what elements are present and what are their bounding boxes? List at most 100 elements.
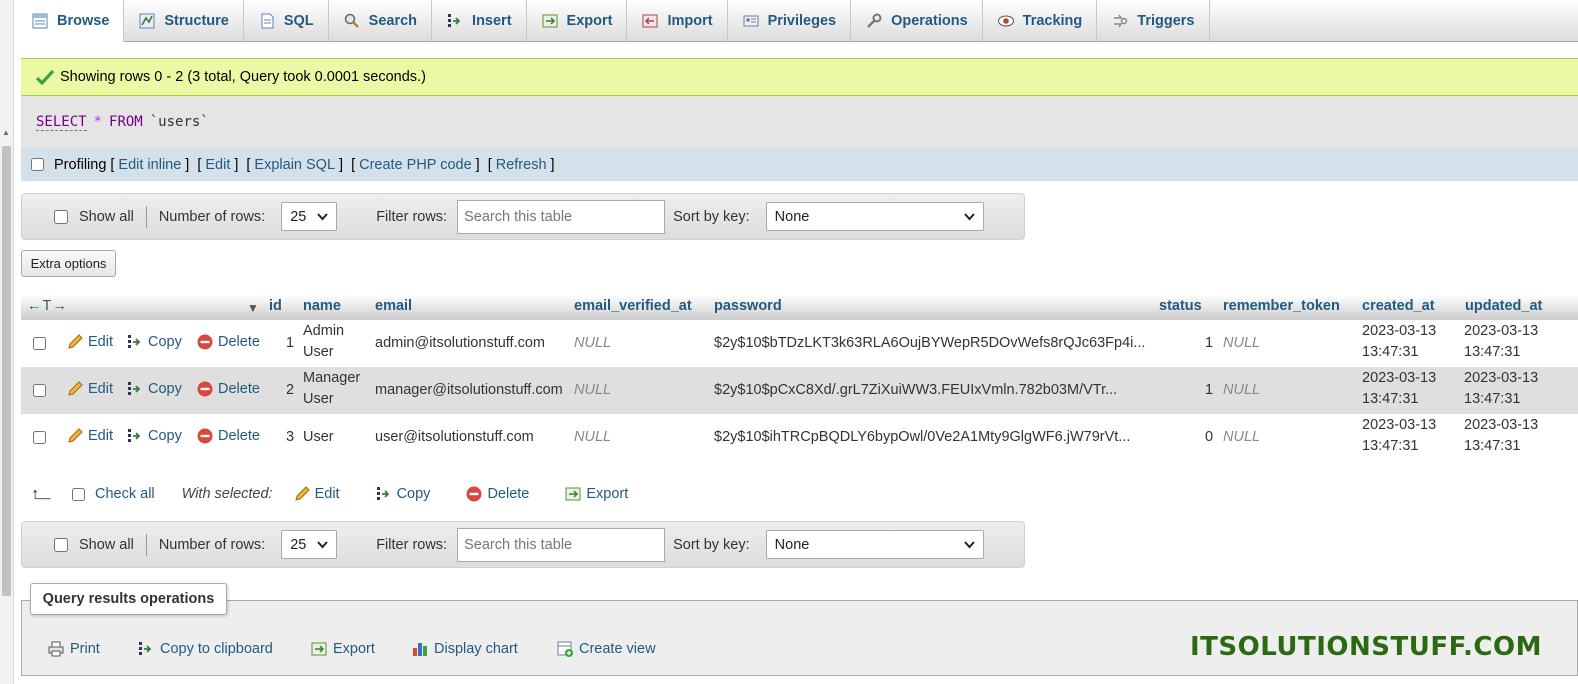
tab-tracking[interactable]: Tracking — [983, 0, 1098, 42]
sql-from-keyword: FROM — [109, 114, 143, 130]
tab-insert[interactable]: Insert — [432, 0, 527, 42]
bulk-delete-button[interactable]: Delete — [465, 485, 529, 503]
tab-structure-label: Structure — [164, 13, 229, 29]
copy-icon — [376, 487, 389, 500]
sql-star: * — [93, 114, 103, 130]
query-results-operations-title: Query results operations — [30, 583, 227, 615]
import-icon — [642, 14, 658, 28]
tab-triggers[interactable]: Triggers — [1097, 0, 1210, 42]
sort-by-key-value: None — [774, 208, 810, 225]
cell-updated-time: 13:47:31 — [1464, 438, 1521, 454]
tab-search[interactable]: Search — [329, 0, 433, 42]
scroll-up-arrow-icon[interactable]: ▲ — [2, 128, 10, 137]
sort-by-key-select[interactable]: None — [765, 202, 984, 231]
number-of-rows-value: 25 — [290, 208, 307, 225]
create-view-link[interactable]: Create view — [556, 640, 656, 658]
row-checkbox[interactable] — [33, 337, 46, 350]
checkmark-icon — [36, 69, 54, 85]
filter-rows-input[interactable]: Search this table — [457, 527, 666, 562]
refresh-link[interactable]: Refresh — [496, 157, 547, 173]
column-header-email-verified-at[interactable]: email_verified_at — [574, 298, 692, 314]
chevron-down-icon — [317, 212, 328, 220]
cell-created-at: 2023-03-13 13:47:31 — [1362, 321, 1436, 363]
divider — [145, 533, 147, 556]
row-edit-button[interactable]: Edit — [66, 380, 113, 398]
row-edit-button[interactable]: Edit — [66, 333, 113, 351]
row-delete-button[interactable]: Delete — [196, 427, 260, 445]
pencil-icon — [294, 486, 310, 501]
cell-updated-date: 2023-03-13 — [1464, 323, 1539, 339]
cell-name-line2: User — [303, 344, 334, 360]
copy-to-clipboard-link[interactable]: Copy to clipboard — [137, 640, 273, 658]
edit-link[interactable]: Edit — [205, 157, 230, 173]
column-header-email[interactable]: email — [375, 298, 412, 314]
number-of-rows-select[interactable]: 25 — [281, 202, 338, 231]
cell-updated-date: 2023-03-13 — [1464, 417, 1539, 433]
tab-export[interactable]: Export — [527, 0, 628, 42]
sort-by-key-select[interactable]: None — [765, 530, 984, 559]
cell-email-verified-at: NULL — [574, 335, 612, 351]
create-php-code-link[interactable]: Create PHP code — [359, 157, 472, 173]
number-of-rows-select[interactable]: 25 — [281, 530, 338, 559]
number-of-rows-label: Number of rows: — [158, 208, 266, 225]
filter-rows-label: Filter rows: — [376, 536, 448, 553]
cell-email: manager@itsolutionstuff.com — [375, 382, 563, 398]
tracking-icon — [997, 15, 1014, 27]
top-tab-bar: Browse Structure SQL Search Insert Expor… — [17, 0, 1578, 42]
tab-privileges[interactable]: Privileges — [728, 0, 852, 42]
show-all-checkbox[interactable] — [54, 537, 68, 552]
check-all-checkbox[interactable] — [72, 487, 85, 501]
pencil-icon — [68, 381, 83, 396]
explain-sql-link[interactable]: Explain SQL — [254, 157, 335, 173]
row-delete-label: Delete — [218, 334, 260, 350]
tab-structure[interactable]: Structure — [124, 0, 244, 42]
export-link[interactable]: Export — [310, 640, 375, 658]
check-all-link[interactable]: Check all — [95, 486, 155, 502]
tab-sql[interactable]: SQL — [244, 0, 329, 42]
export-label: Export — [333, 641, 375, 657]
row-copy-button[interactable]: Copy — [126, 333, 182, 351]
row-checkbox[interactable] — [33, 431, 46, 444]
column-header-id[interactable]: id — [269, 298, 282, 314]
print-link[interactable]: Print — [47, 640, 100, 658]
show-all-checkbox[interactable] — [54, 209, 68, 224]
column-header-created-at[interactable]: created_at — [1362, 298, 1435, 314]
bracket-close: ] — [550, 156, 555, 173]
page-scrollbar[interactable]: ▲ — [0, 0, 14, 684]
profiling-checkbox[interactable] — [31, 158, 44, 171]
cell-status: 1 — [1205, 382, 1214, 398]
column-header-updated-at[interactable]: updated_at — [1465, 298, 1542, 314]
row-copy-button[interactable]: Copy — [126, 380, 182, 398]
number-of-rows-value: 25 — [290, 536, 307, 553]
row-delete-button[interactable]: Delete — [196, 333, 260, 351]
tab-search-label: Search — [368, 13, 418, 29]
row-edit-button[interactable]: Edit — [66, 427, 113, 445]
bulk-export-button[interactable]: Export — [564, 485, 628, 503]
cell-name: Manager User — [303, 368, 360, 410]
row-delete-button[interactable]: Delete — [196, 380, 260, 398]
edit-inline-link[interactable]: Edit inline — [118, 157, 181, 173]
sql-select-keyword[interactable]: SELECT — [36, 114, 87, 131]
display-chart-link[interactable]: Display chart — [411, 640, 518, 658]
column-header-status[interactable]: status — [1159, 298, 1202, 314]
cell-name-line1: Manager — [303, 370, 361, 386]
column-header-remember-token[interactable]: remember_token — [1223, 298, 1340, 314]
row-checkbox[interactable] — [33, 384, 46, 397]
search-icon — [344, 13, 359, 28]
bulk-copy-button[interactable]: Copy — [375, 485, 430, 503]
column-header-password[interactable]: password — [714, 298, 782, 314]
column-arrows-icon[interactable]: ←T→ — [27, 298, 68, 314]
column-header-name[interactable]: name — [303, 298, 341, 314]
filter-rows-input[interactable]: Search this table — [457, 199, 666, 234]
tab-operations[interactable]: Operations — [851, 0, 983, 42]
cell-name-line2: User — [303, 391, 334, 407]
extra-options-button[interactable]: Extra options — [21, 250, 116, 277]
sort-marker-icon[interactable]: ▼ — [247, 301, 259, 315]
scrollbar-thumb[interactable] — [2, 146, 11, 596]
bulk-edit-button[interactable]: Edit — [293, 485, 340, 503]
tab-browse[interactable]: Browse — [17, 0, 125, 42]
row-copy-button[interactable]: Copy — [126, 427, 182, 445]
tab-operations-label: Operations — [891, 13, 968, 29]
profiling-label: Profiling — [54, 156, 107, 173]
tab-import[interactable]: Import — [627, 0, 728, 42]
